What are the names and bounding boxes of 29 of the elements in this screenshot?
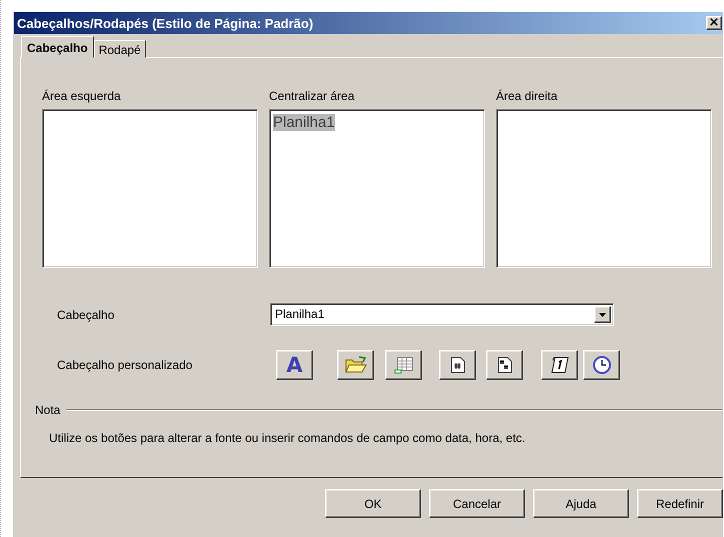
tab[interactable]: Rodapé (94, 40, 146, 58)
field-label: Cabeçalho personalizado (57, 358, 194, 372)
time-field-button[interactable] (583, 350, 620, 380)
folder-icon (344, 356, 366, 374)
clock-icon (592, 355, 612, 375)
font-button[interactable]: A (276, 350, 313, 380)
date-field-button[interactable] (541, 350, 578, 380)
area-label: Centralizar área (269, 89, 356, 103)
file-field-button[interactable] (337, 350, 374, 380)
note-text: Utilize os botões para alterar a fonte ou inserir comandos de campo como data, hora, etc. (49, 431, 526, 445)
table-icon (394, 356, 414, 374)
text-area[interactable] (42, 109, 258, 268)
pages-field-button[interactable] (486, 350, 523, 380)
text-area[interactable]: Planilha1 (269, 109, 485, 268)
text-area[interactable] (496, 109, 712, 268)
calendar-icon (550, 355, 570, 375)
window-title: Cabeçalhos/Rodapés (Estilo de Página: Padrão) (17, 16, 314, 30)
section-title: Nota (35, 403, 60, 417)
page-icon (450, 356, 466, 374)
field-label: Cabeçalho (57, 308, 116, 322)
pages-icon (496, 356, 512, 374)
header-dropdown[interactable]: Planilha1 (270, 303, 614, 326)
sheet-field-button[interactable] (385, 350, 422, 380)
area-label: Área esquerda (42, 89, 122, 103)
page-field-button[interactable] (439, 350, 476, 380)
area-label: Área direita (496, 89, 558, 103)
close-button[interactable]: × (706, 16, 722, 30)
dropdown-arrow-icon (599, 312, 606, 316)
tab[interactable]: Cabeçalho (21, 36, 94, 58)
